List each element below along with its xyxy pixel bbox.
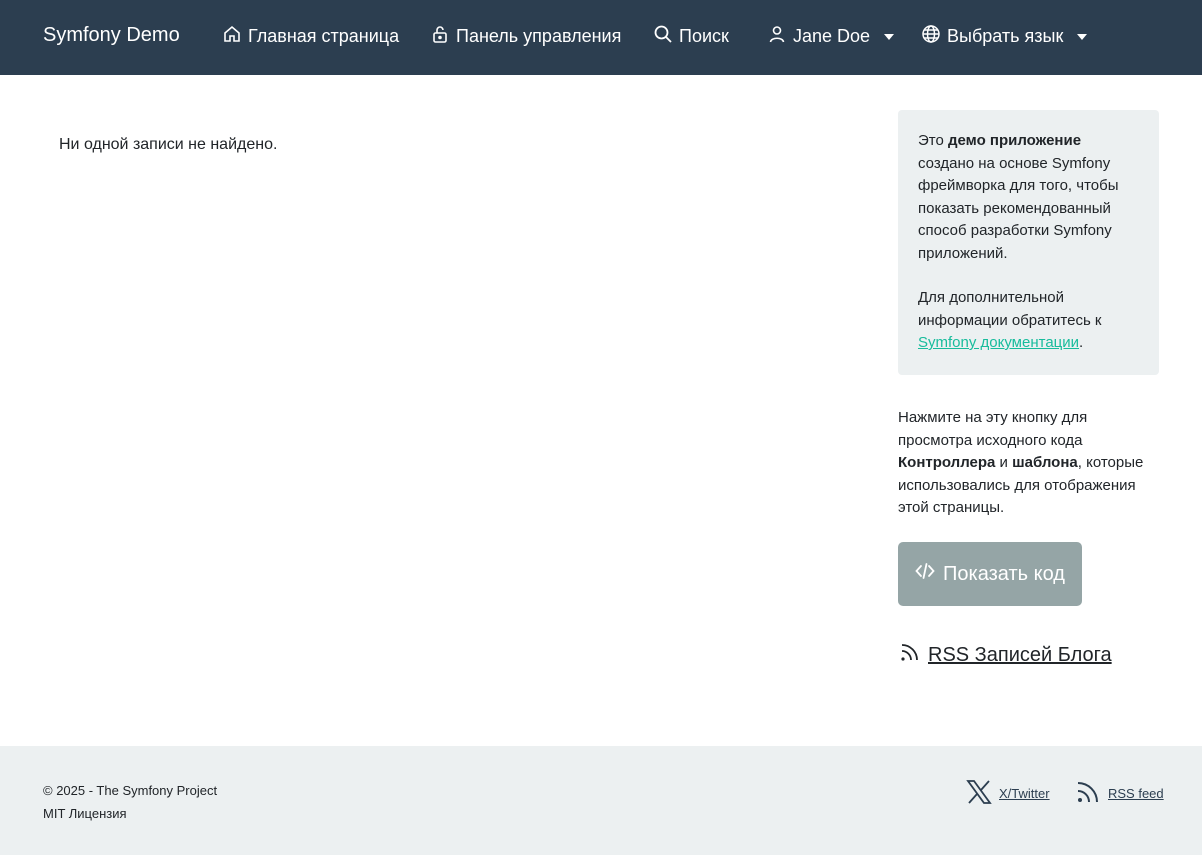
lock-icon xyxy=(430,24,450,49)
nav-user-dropdown[interactable]: Jane Doe xyxy=(767,24,895,49)
hint-prefix: Нажмите на эту кнопку для просмотра исхо… xyxy=(898,409,1088,449)
nav-search-label: Поиск xyxy=(679,26,729,46)
nav-user-label: Jane Doe xyxy=(793,26,871,46)
about-text-bold: демо приложение xyxy=(948,132,1082,149)
page-footer: © 2025 - The Symfony Project MIT Лицензи… xyxy=(0,746,1202,855)
chevron-down-icon xyxy=(884,33,895,40)
globe-icon xyxy=(921,24,941,49)
nav-home-label: Главная страница xyxy=(248,26,400,46)
blog-rss-label: RSS Записей Блога xyxy=(928,643,1112,666)
hint-mid: и xyxy=(995,454,1013,471)
footer-rss-label: RSS feed xyxy=(1108,786,1164,801)
nav-home-link[interactable]: Главная страница xyxy=(222,24,399,49)
user-icon xyxy=(767,24,787,49)
nav-admin-link[interactable]: Панель управления xyxy=(430,24,621,49)
nav-language-dropdown[interactable]: Выбрать язык xyxy=(921,24,1088,49)
about-text: Это демо приложение создано на основе Sy… xyxy=(918,130,1141,265)
about-text-prefix: Это xyxy=(918,132,948,149)
twitter-label: X/Twitter xyxy=(999,786,1050,801)
x-twitter-icon xyxy=(965,778,993,809)
top-navbar: Symfony Demo Главная страница Панель упр… xyxy=(0,0,1202,75)
license-text: MIT Лицензия xyxy=(43,806,127,821)
home-icon xyxy=(222,24,242,49)
rss-icon xyxy=(898,640,922,670)
code-icon xyxy=(915,561,935,587)
about-panel: Это демо приложение создано на основе Sy… xyxy=(898,110,1159,375)
footer-rss-link[interactable]: RSS feed xyxy=(1074,778,1164,809)
nav-admin-label: Панель управления xyxy=(456,26,622,46)
footer-copyright: © 2025 - The Symfony Project MIT Лицензи… xyxy=(43,779,217,825)
show-code-button[interactable]: Показать код xyxy=(898,542,1082,606)
docs-text-prefix: Для дополнительной информации обратитесь… xyxy=(918,289,1102,329)
show-code-hint: Нажмите на эту кнопку для просмотра исхо… xyxy=(898,407,1148,520)
docs-text-suffix: . xyxy=(1079,334,1084,351)
copyright-text: © 2025 - The Symfony Project xyxy=(43,783,218,798)
hint-template: шаблона xyxy=(1012,454,1078,471)
nav-search-link[interactable]: Поиск xyxy=(653,24,729,49)
rss-icon xyxy=(1074,778,1102,809)
about-text-suffix: создано на основе Symfony фреймворка для… xyxy=(918,154,1119,262)
docs-text: Для дополнительной информации обратитесь… xyxy=(918,287,1141,355)
blog-rss-link[interactable]: RSS Записей Блога xyxy=(898,640,1112,670)
show-code-label: Показать код xyxy=(943,562,1065,585)
search-icon xyxy=(653,24,673,49)
brand-logo-link[interactable]: Symfony Demo xyxy=(43,24,180,47)
hint-controller: Контроллера xyxy=(898,454,996,471)
twitter-link[interactable]: X/Twitter xyxy=(965,778,1050,809)
empty-posts-message: Ни одной записи не найдено. xyxy=(59,136,278,153)
symfony-docs-link[interactable]: Symfony документации xyxy=(918,334,1079,351)
nav-language-label: Выбрать язык xyxy=(947,26,1064,46)
chevron-down-icon xyxy=(1077,33,1088,40)
